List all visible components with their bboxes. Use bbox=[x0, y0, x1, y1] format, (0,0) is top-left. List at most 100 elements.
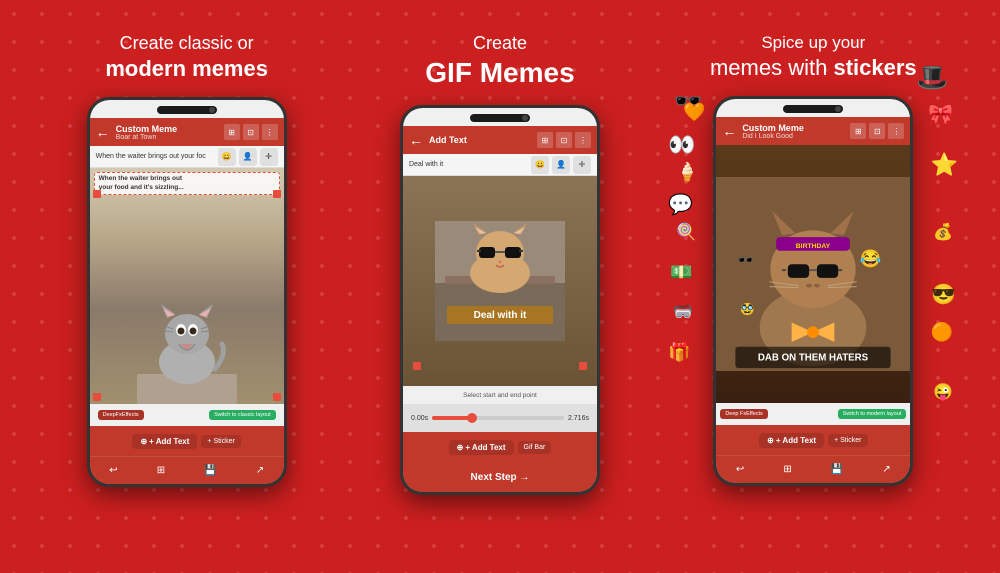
phone3-resize-icon: ⊞ bbox=[783, 464, 791, 475]
phone3-addtext-btn[interactable]: ⊕ + Add Text bbox=[759, 433, 824, 448]
sticker-eyes: 👀 bbox=[668, 132, 695, 158]
sticker-dollar: 💰 bbox=[933, 222, 953, 242]
phone2-back-icon: ← bbox=[409, 132, 423, 148]
phone3-sticker-btn[interactable]: + Sticker bbox=[828, 434, 867, 447]
phone2-inner: ← Add Text ⊞ ⊡ ⋮ Deal with it 😀 👤 bbox=[403, 108, 597, 492]
phone3-toolbar-icons: ⊞ ⊡ ⋮ bbox=[850, 123, 904, 139]
phone3-bottom-toolbar: ↩ ⊞ 💾 ↗ bbox=[716, 455, 910, 483]
phone1-icon1: ⊞ bbox=[224, 124, 240, 140]
phone2-text-bar-right: 😀 👤 ✛ bbox=[531, 156, 591, 174]
phone2-track-handle[interactable] bbox=[467, 413, 477, 423]
phone1-undo-icon: ↩ bbox=[109, 465, 117, 476]
phone2-text-bar: Deal with it 😀 👤 ✛ bbox=[403, 154, 597, 176]
phone3-icon1: ⊞ bbox=[850, 123, 866, 139]
phone1-tool-save[interactable]: 💾 bbox=[204, 465, 216, 476]
phone1-bottom-toolbar: ↩ ⊞ 💾 ↗ bbox=[90, 456, 284, 484]
phone2-title: Add Text bbox=[429, 135, 533, 145]
handle-tl bbox=[93, 190, 101, 198]
phone2-face-icon: 😀 bbox=[531, 156, 549, 174]
panel2-line1: Create bbox=[425, 32, 574, 55]
phone1-meme-text: When the waiter brings outyour food and … bbox=[94, 172, 280, 195]
svg-text:🥸: 🥸 bbox=[741, 302, 755, 316]
panel1-line2: modern memes bbox=[105, 55, 268, 84]
panel-classic-memes: Create classic or modern memes ← Custom … bbox=[42, 22, 332, 552]
phone1-subtitle: Boar at Town bbox=[116, 134, 220, 141]
sticker-bow: 🎀 bbox=[928, 102, 953, 127]
phone1-deepfx-btn[interactable]: DeepFxEffects bbox=[98, 410, 144, 420]
phone1-image-area: When the waiter brings outyour food and … bbox=[90, 168, 284, 404]
svg-text:BIRTHDAY: BIRTHDAY bbox=[796, 243, 831, 250]
gif-handle-br bbox=[579, 362, 587, 370]
phone3-save-icon: 💾 bbox=[831, 464, 843, 475]
phone3-tool-share[interactable]: ↗ bbox=[882, 464, 890, 475]
sticker-orange: 🟠 bbox=[931, 322, 953, 343]
phone1-tool-undo[interactable]: ↩ bbox=[109, 465, 117, 476]
sticker-icecream: 🍦 bbox=[676, 162, 698, 183]
phone3-inner: ← Custom Meme Did I Look Good ⊞ ⊡ ⋮ bbox=[716, 99, 910, 483]
phone1-title: Custom Meme bbox=[116, 124, 220, 134]
phone-1: ← Custom Meme Boar at Town ⊞ ⊡ ⋮ When th… bbox=[87, 97, 287, 487]
panel2-heading: Create GIF Memes bbox=[425, 32, 574, 92]
phone3-tool-resize[interactable]: ⊞ bbox=[783, 464, 791, 475]
phone1-switch-btn[interactable]: Switch to classic layout bbox=[209, 410, 276, 420]
sticker-speech: 💬 bbox=[668, 192, 693, 217]
phone2-appbar: ← Add Text ⊞ ⊡ ⋮ bbox=[403, 126, 597, 154]
phone1-save-icon: 💾 bbox=[204, 465, 216, 476]
phone1-tool-share[interactable]: ↗ bbox=[256, 465, 264, 476]
phone1-face-icon: 😀 bbox=[218, 148, 236, 166]
phone1-toolbar-icons: ⊞ ⊡ ⋮ bbox=[224, 124, 278, 140]
handle-tr bbox=[273, 190, 281, 198]
phone1-face-icon2: 👤 bbox=[239, 148, 257, 166]
phone3-deepfx-btn[interactable]: Deep FxEffects bbox=[720, 409, 768, 419]
phone2-timeline: 0.00s 2.716s bbox=[403, 404, 597, 432]
phone1-text-content: When the waiter brings out your foc bbox=[96, 153, 206, 160]
phone1-text-bar-right: 😀 👤 ✛ bbox=[218, 148, 278, 166]
phone3-addtext-icon: ⊕ bbox=[767, 436, 774, 445]
phone2-nextstep-label[interactable]: Next Step → bbox=[471, 472, 530, 483]
sticker-sunglasses2: 😎 bbox=[931, 282, 956, 307]
phone1-addtext-bar: ⊕ + Add Text + Sticker bbox=[90, 426, 284, 456]
phone2-cat-bg: Deal with it bbox=[403, 176, 597, 386]
phone1-notch bbox=[157, 106, 217, 114]
phone2-track[interactable] bbox=[432, 416, 564, 420]
phone3-cat-bg: BIRTHDAY bbox=[716, 145, 910, 403]
phone2-image-area: Deal with it bbox=[403, 176, 597, 386]
phone2-time-end: 2.716s bbox=[568, 415, 589, 422]
phone2-time-start: 0.00s bbox=[411, 415, 428, 422]
panel1-line1: Create classic or bbox=[105, 32, 268, 55]
phone1-tool-resize[interactable]: ⊞ bbox=[157, 465, 165, 476]
phone1-move-icon: ✛ bbox=[260, 148, 278, 166]
phone3-layout-row: Deep FxEffects Switch to modern layout bbox=[716, 403, 910, 425]
phone2-addtext-icon: ⊕ bbox=[457, 443, 464, 452]
phone1-addtext-btn[interactable]: ⊕ + Add Text bbox=[132, 434, 197, 449]
phone1-sticker-btn[interactable]: + Sticker bbox=[201, 435, 240, 448]
phone2-icon2: ⊡ bbox=[556, 132, 572, 148]
phone2-toolbar-icons: ⊞ ⊡ ⋮ bbox=[537, 132, 591, 148]
phone1-cat-svg bbox=[137, 294, 237, 404]
panel3-bold: stickers bbox=[833, 55, 916, 80]
phone2-gifbar-btn[interactable]: Gif Bar bbox=[518, 441, 552, 454]
phone2-deal-text: Deal with it bbox=[409, 161, 443, 168]
phone3-tool-undo[interactable]: ↩ bbox=[736, 464, 744, 475]
panel3-heading: Spice up your memes with stickers bbox=[710, 32, 917, 83]
phone2-addtext-btn[interactable]: ⊕ + Add Text bbox=[449, 440, 514, 455]
phone2-move-icon: ✛ bbox=[573, 156, 591, 174]
phone1-addtext-icon: ⊕ bbox=[140, 437, 147, 446]
phone1-cat-bg: When the waiter brings outyour food and … bbox=[90, 168, 284, 404]
phone3-notch bbox=[783, 105, 843, 113]
phone2-icon1: ⊞ bbox=[537, 132, 553, 148]
panel1-bold: modern memes bbox=[105, 56, 268, 81]
phone1-layout-row: DeepFxEffects Switch to classic layout bbox=[90, 404, 284, 426]
phone2-icon3: ⋮ bbox=[575, 132, 591, 148]
phone3-back-icon: ← bbox=[722, 123, 736, 139]
phone3-switch-btn[interactable]: Switch to modern layout bbox=[838, 409, 907, 419]
phone2-select-points: Select start and end point bbox=[403, 386, 597, 404]
svg-text:😂: 😂 bbox=[860, 248, 882, 268]
phone2-face-icon2: 👤 bbox=[552, 156, 570, 174]
phone1-resize-icon: ⊞ bbox=[157, 465, 165, 476]
phone1-addtext-label: + Add Text bbox=[149, 437, 189, 446]
sticker-glasses2: 🥽 bbox=[673, 302, 693, 322]
phone3-tool-save[interactable]: 💾 bbox=[831, 464, 843, 475]
phone2-addtext-label: + Add Text bbox=[465, 443, 505, 452]
sticker-money: 💵 bbox=[670, 262, 692, 283]
